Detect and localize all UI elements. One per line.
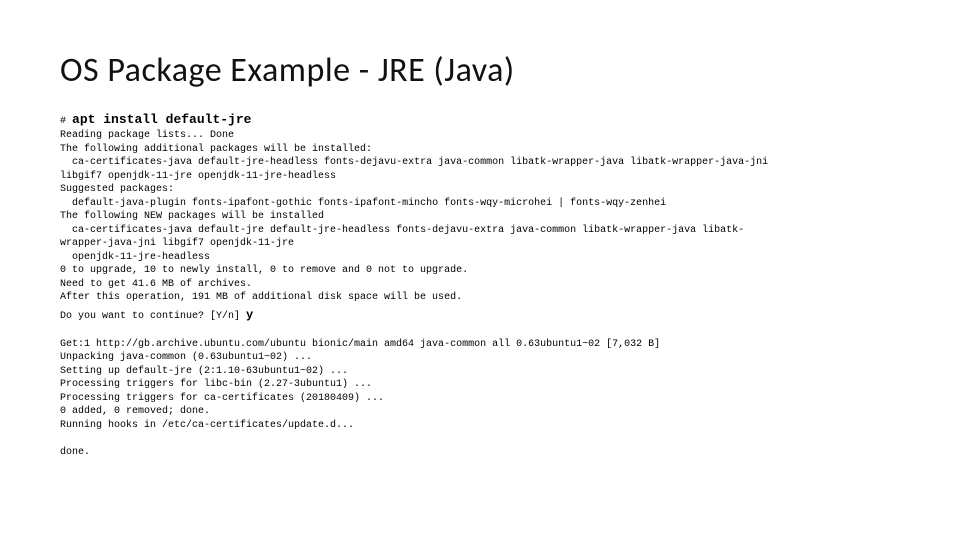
prompt-hash: # bbox=[60, 116, 66, 127]
continue-prompt-line: Do you want to continue? [Y/n] y bbox=[60, 307, 900, 324]
slide: OS Package Example - JRE (Java) # apt in… bbox=[0, 0, 960, 540]
continue-answer: y bbox=[246, 308, 253, 322]
command-line: # apt install default-jre bbox=[60, 111, 900, 129]
apt-output-block-2: Get:1 http://gb.archive.ubuntu.com/ubunt… bbox=[60, 338, 900, 460]
apt-output-block-1: Reading package lists... Done The follow… bbox=[60, 129, 900, 305]
command-text: apt install default-jre bbox=[72, 112, 251, 127]
continue-prompt: Do you want to continue? [Y/n] bbox=[60, 311, 240, 322]
slide-title: OS Package Example - JRE (Java) bbox=[60, 50, 900, 91]
